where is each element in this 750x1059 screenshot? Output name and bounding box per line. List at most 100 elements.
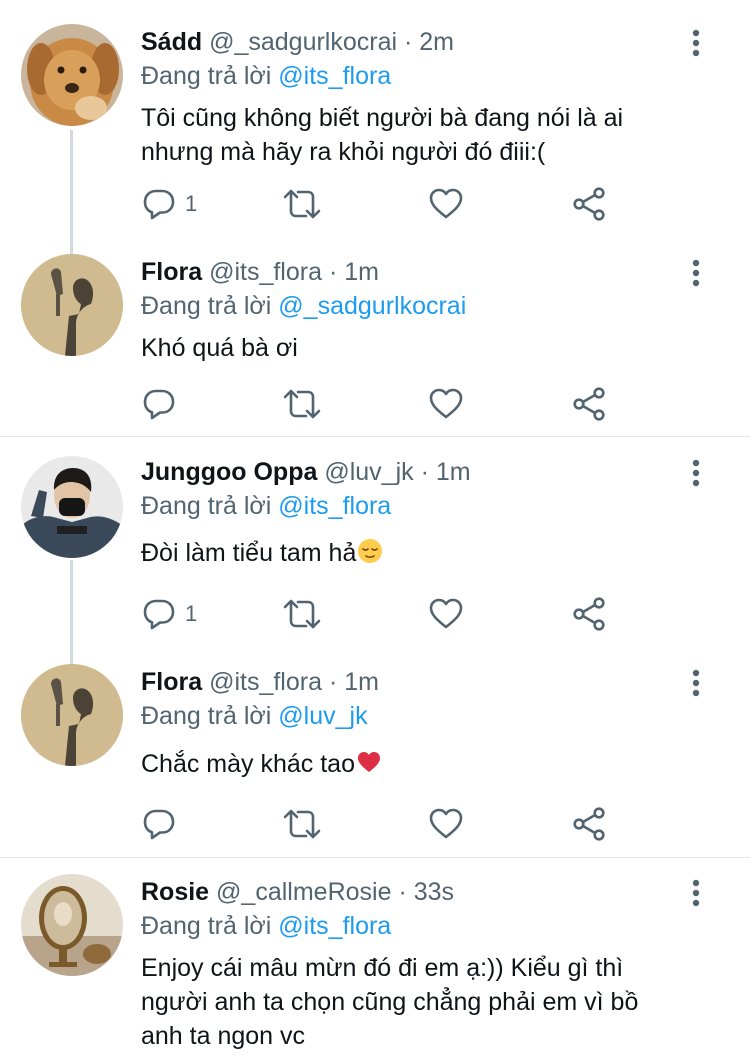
tweet-text: Đòi làm tiểu tam hả — [141, 536, 721, 570]
more-vertical-icon[interactable] — [686, 258, 706, 288]
tweet-text-line: Enjoy cái mâu mừn đó đi em ạ:)) Kiểu gì … — [141, 954, 624, 982]
replying-to-handle[interactable]: @its_flora — [278, 492, 391, 520]
retweet-icon — [282, 186, 322, 222]
timestamp[interactable]: 1m — [436, 458, 471, 486]
replying-to-handle[interactable]: @_sadgurlkocrai — [278, 292, 466, 320]
timestamp[interactable]: 1m — [344, 258, 379, 286]
user-handle[interactable]: @its_flora — [209, 258, 322, 286]
tweet-header: Flora @its_flora · 1m — [141, 257, 379, 287]
tweet-header: Junggoo Oppa @luv_jk · 1m — [141, 457, 471, 487]
like-button[interactable] — [428, 184, 464, 224]
retweet-icon — [282, 386, 322, 422]
reply-icon — [141, 806, 177, 842]
retweet-icon — [282, 806, 322, 842]
tweet-header: Rosie @_callmeRosie · 33s — [141, 877, 454, 907]
more-vertical-icon[interactable] — [686, 28, 706, 58]
reply-count: 1 — [185, 191, 198, 216]
more-vertical-icon[interactable] — [686, 458, 706, 488]
tweet-text: Enjoy cái mâu mừn đó đi em ạ:)) Kiểu gì … — [141, 951, 721, 1053]
reply-button[interactable] — [141, 804, 185, 844]
avatar-mirror-photo[interactable] — [21, 874, 123, 976]
replying-to: Đang trả lời @_sadgurlkocrai — [141, 291, 466, 321]
share-button[interactable] — [571, 594, 607, 634]
tweet[interactable]: Flora @its_flora · 1m Đang trả lời @luv_… — [0, 650, 750, 857]
share-button[interactable] — [571, 384, 607, 424]
user-handle[interactable]: @luv_jk — [324, 458, 413, 486]
replying-to-handle[interactable]: @its_flora — [278, 912, 391, 940]
tweet-text-line: Tôi cũng không biết người bà đang nói là… — [141, 104, 624, 132]
tweet-text: Tôi cũng không biết người bà đang nói là… — [141, 101, 721, 169]
separator-dot: · — [404, 28, 413, 56]
more-vertical-icon[interactable] — [686, 668, 706, 698]
tweet[interactable]: Flora @its_flora · 1m Đang trả lời @_sad… — [0, 240, 750, 436]
display-name[interactable]: Junggoo Oppa — [141, 458, 317, 486]
avatar-dog[interactable] — [21, 24, 123, 126]
display-name[interactable]: Flora — [141, 668, 202, 696]
retweet-button[interactable] — [282, 384, 322, 424]
heart-icon — [428, 596, 464, 632]
share-icon — [571, 386, 607, 422]
replying-to: Đang trả lời @its_flora — [141, 911, 391, 941]
replying-to: Đang trả lời @its_flora — [141, 491, 391, 521]
tweet-header: Sádd @_sadgurlkocrai · 2m — [141, 27, 454, 57]
display-name[interactable]: Rosie — [141, 878, 209, 906]
reply-icon — [141, 596, 177, 632]
retweet-button[interactable] — [282, 804, 322, 844]
tweet[interactable]: Sádd @_sadgurlkocrai · 2m Đang trả lời @… — [0, 0, 750, 240]
user-handle[interactable]: @its_flora — [209, 668, 322, 696]
replying-to-label: Đang trả lời — [141, 292, 272, 320]
separator-dot: · — [420, 458, 429, 486]
replying-to-handle[interactable]: @luv_jk — [278, 702, 367, 730]
replying-to-label: Đang trả lời — [141, 912, 272, 940]
tweet-actions: 1 — [141, 594, 621, 634]
avatar-masked-person[interactable] — [21, 456, 123, 558]
heart-icon — [428, 186, 464, 222]
tweet-text-line: người anh ta chọn cũng chẳng phải em vì … — [141, 988, 639, 1016]
more-vertical-icon[interactable] — [686, 878, 706, 908]
tweet[interactable]: Rosie @_callmeRosie · 33s Đang trả lời @… — [0, 858, 750, 1059]
timestamp[interactable]: 2m — [419, 28, 454, 56]
reply-button[interactable]: 1 — [141, 594, 197, 634]
reply-count: 1 — [185, 601, 198, 626]
like-button[interactable] — [428, 594, 464, 634]
user-handle[interactable]: @_sadgurlkocrai — [209, 28, 397, 56]
timestamp[interactable]: 33s — [414, 878, 454, 906]
share-button[interactable] — [571, 804, 607, 844]
display-name[interactable]: Sádd — [141, 28, 202, 56]
like-button[interactable] — [428, 384, 464, 424]
share-icon — [571, 596, 607, 632]
tweet-text: Khó quá bà ơi — [141, 331, 721, 365]
tweet-actions — [141, 804, 621, 844]
replying-to-label: Đang trả lời — [141, 702, 272, 730]
retweet-button[interactable] — [282, 594, 322, 634]
separator-dot: · — [328, 668, 338, 696]
reply-icon — [141, 386, 177, 422]
display-name[interactable]: Flora — [141, 258, 202, 286]
tweet-actions — [141, 384, 621, 424]
tweet-text-line: Chắc mày khác tao — [141, 750, 355, 778]
replying-to: Đang trả lời @its_flora — [141, 61, 391, 91]
reply-button[interactable]: 1 — [141, 184, 197, 224]
relieved-face-emoji — [358, 539, 383, 563]
user-handle[interactable]: @_callmeRosie — [216, 878, 391, 906]
tweet-header: Flora @its_flora · 1m — [141, 667, 379, 697]
replying-to-label: Đang trả lời — [141, 62, 272, 90]
share-icon — [571, 806, 607, 842]
share-icon — [571, 186, 607, 222]
replying-to: Đang trả lời @luv_jk — [141, 701, 368, 731]
avatar-shadow-photo[interactable] — [21, 254, 123, 356]
retweet-button[interactable] — [282, 184, 322, 224]
tweet-text-line: Khó quá bà ơi — [141, 334, 298, 362]
share-button[interactable] — [571, 184, 607, 224]
replying-to-handle[interactable]: @its_flora — [278, 62, 391, 90]
reply-thread-feed: Sádd @_sadgurlkocrai · 2m Đang trả lời @… — [0, 0, 750, 1059]
avatar-shadow-photo[interactable] — [21, 664, 123, 766]
tweet-text-line: anh ta ngon vc — [141, 1022, 306, 1050]
like-button[interactable] — [428, 804, 464, 844]
timestamp[interactable]: 1m — [344, 668, 379, 696]
heart-icon — [428, 806, 464, 842]
tweet[interactable]: Junggoo Oppa @luv_jk · 1m Đang trả lời @… — [0, 437, 750, 650]
tweet-actions: 1 — [141, 184, 621, 224]
reply-button[interactable] — [141, 384, 185, 424]
tweet-text-line: Đòi làm tiểu tam hả — [141, 539, 357, 567]
